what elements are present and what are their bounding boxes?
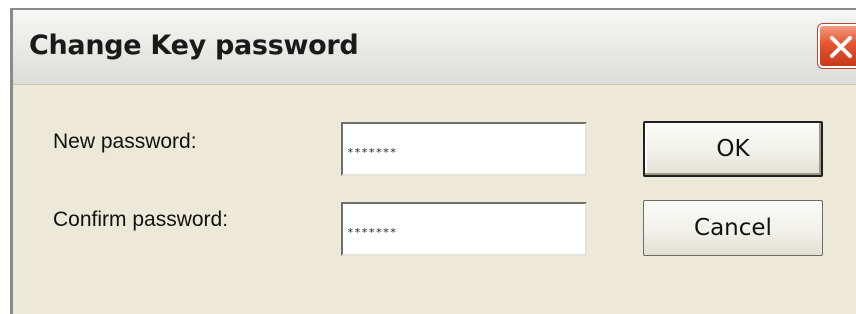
close-button[interactable] bbox=[818, 24, 856, 68]
change-key-password-dialog: Change Key password New password: Confir… bbox=[10, 8, 856, 314]
ok-button[interactable]: OK bbox=[643, 121, 823, 177]
cancel-button[interactable]: Cancel bbox=[643, 200, 823, 256]
new-password-field[interactable] bbox=[341, 122, 587, 176]
confirm-password-label: Confirm password: bbox=[53, 208, 229, 231]
dialog-title: Change Key password bbox=[29, 30, 359, 61]
confirm-password-field[interactable] bbox=[341, 202, 587, 256]
title-bar[interactable]: Change Key password bbox=[13, 10, 856, 85]
new-password-label: New password: bbox=[53, 130, 197, 153]
close-icon bbox=[830, 36, 852, 58]
